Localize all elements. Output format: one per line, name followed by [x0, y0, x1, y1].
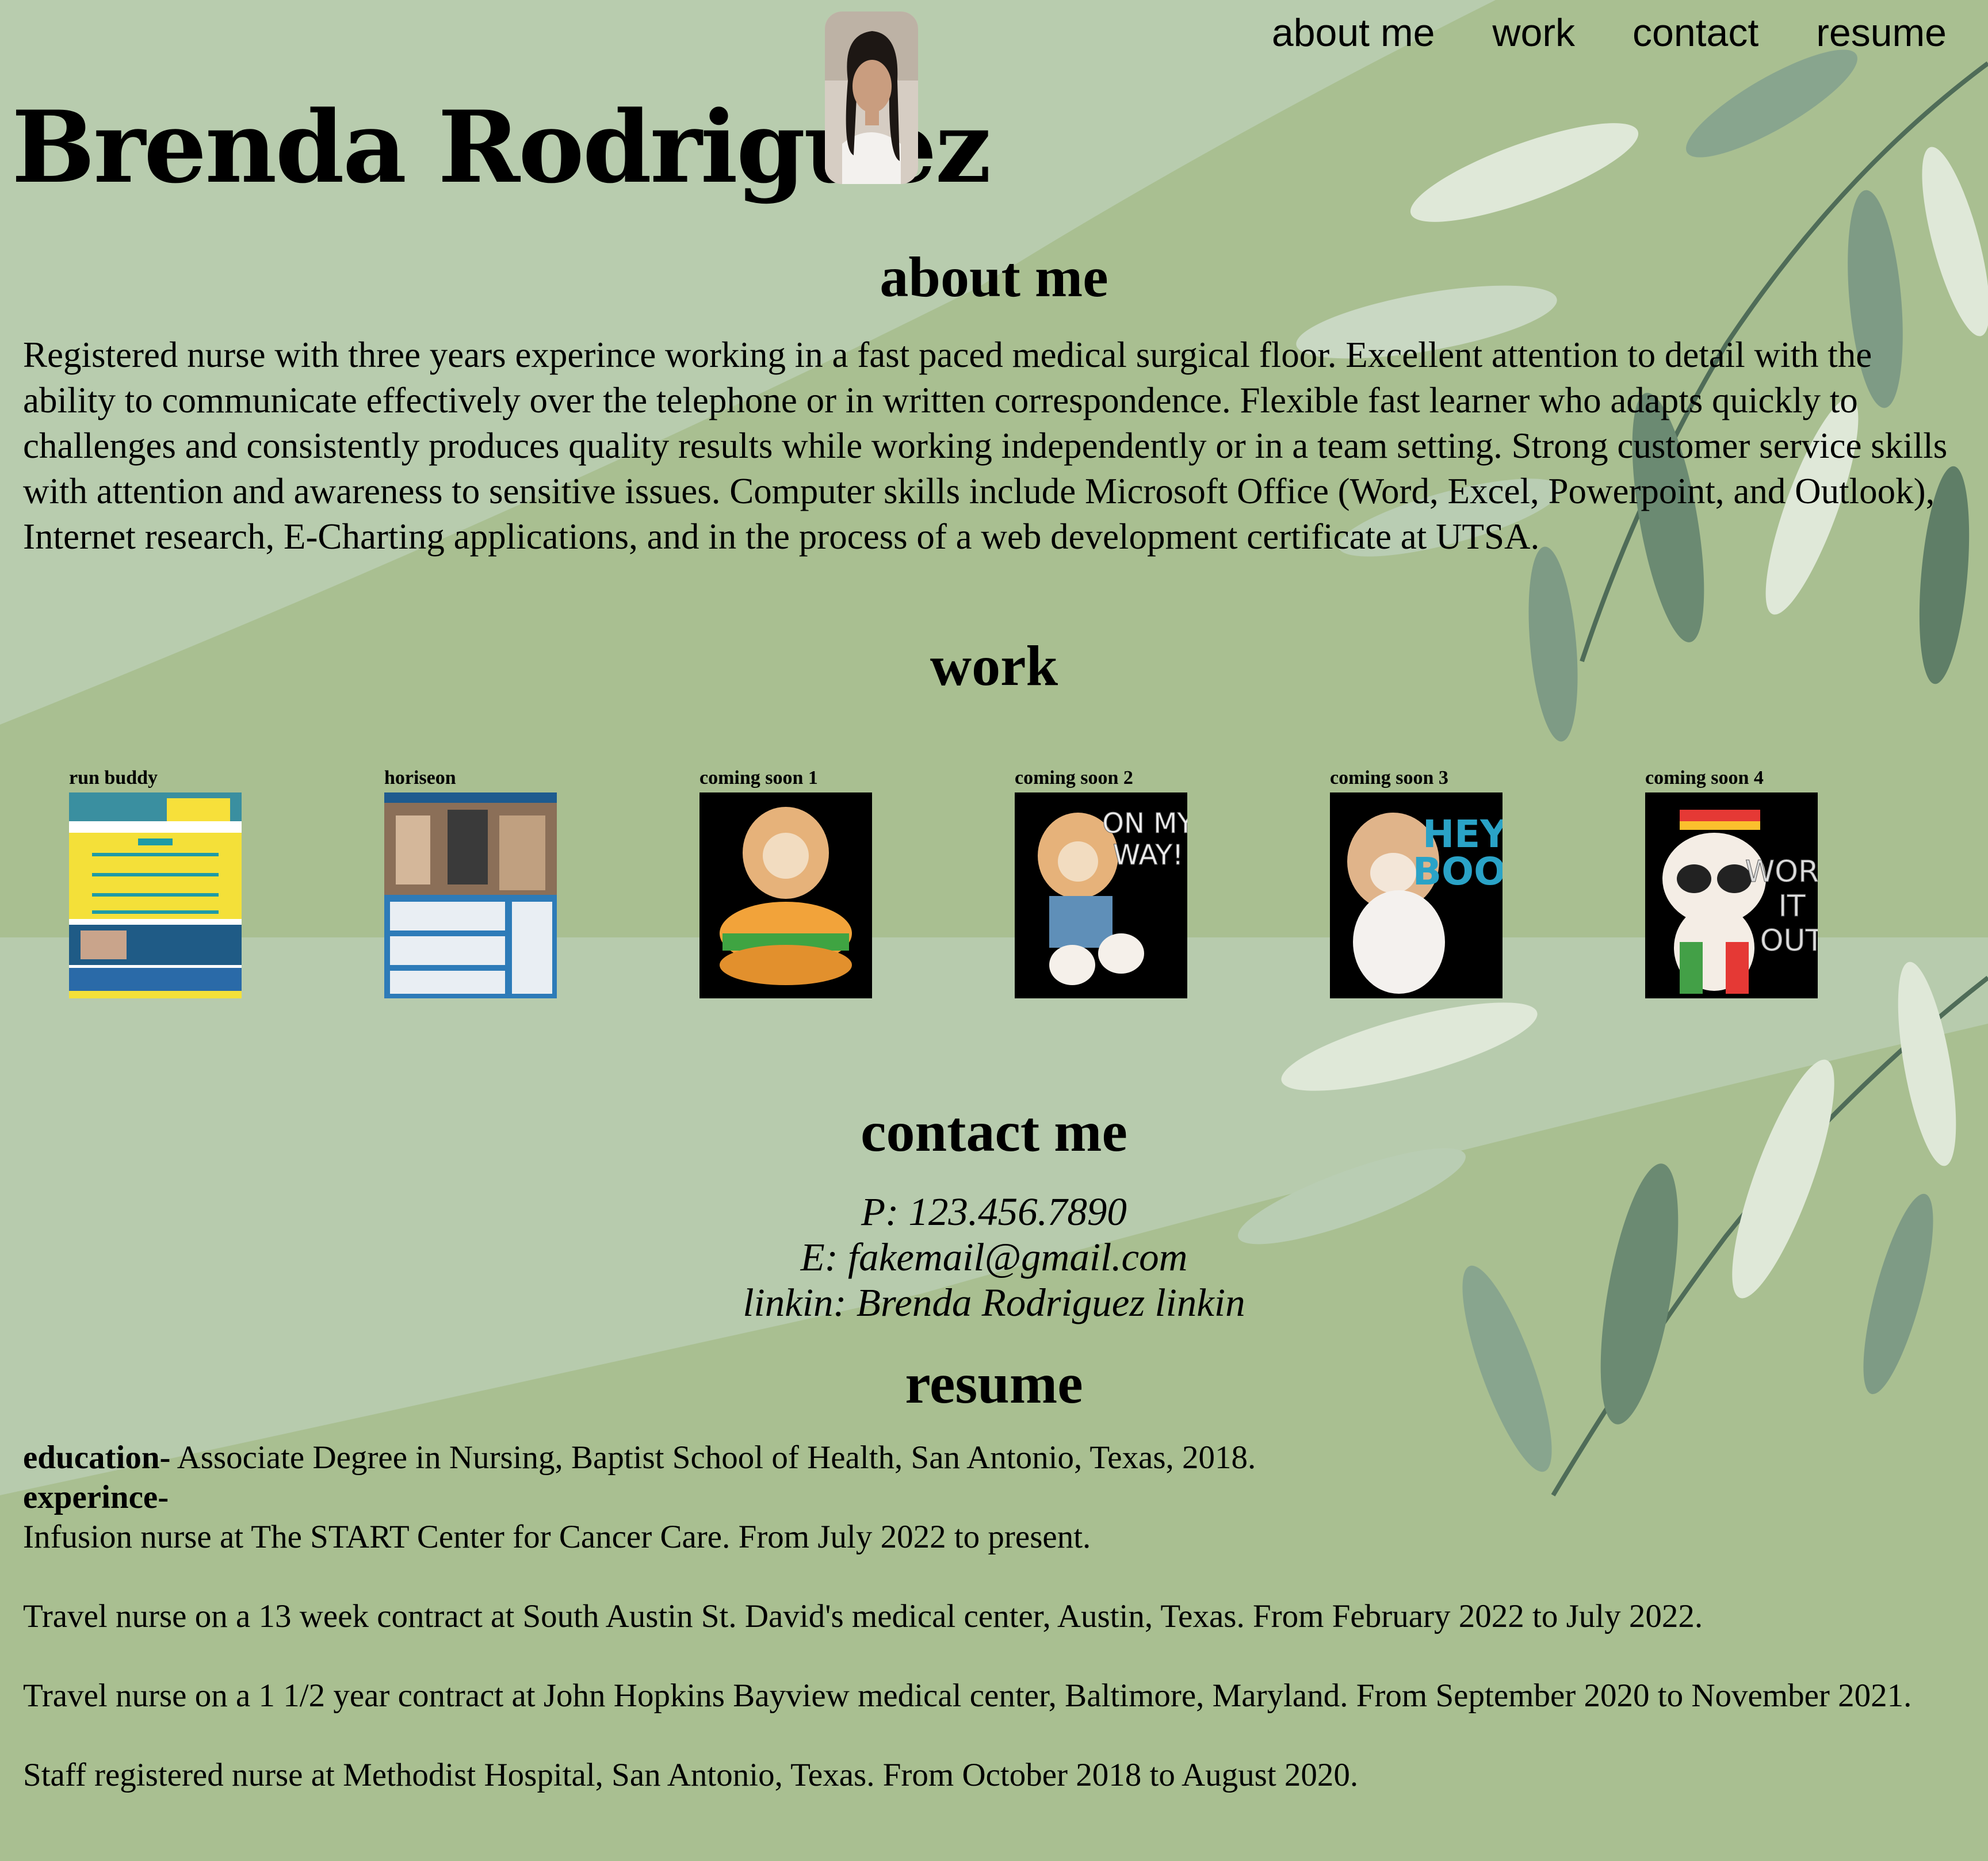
project-thumbnail[interactable]: ON MY WAY! [1015, 792, 1187, 998]
project-label: coming soon 1 [699, 767, 818, 788]
project-thumbnail[interactable]: HEY BOO [1330, 792, 1503, 998]
job-entry: Travel nurse on a 13 week contract at So… [23, 1598, 1703, 1634]
project-coming-soon-4[interactable]: coming soon 4 WORK IT OUT [1645, 768, 1818, 998]
project-run-buddy[interactable]: run buddy [69, 768, 242, 998]
resume-education: education- Associate Degree in Nursing, … [23, 1438, 1973, 1477]
job-entry: Travel nurse on a 1 1/2 year contract at… [23, 1678, 1912, 1714]
project-label: coming soon 2 [1015, 767, 1133, 788]
project-horiseon[interactable]: horiseon [384, 768, 557, 998]
svg-text:OUT: OUT [1760, 924, 1818, 958]
svg-text:ON MY: ON MY [1102, 807, 1187, 840]
resume-content: education- Associate Degree in Nursing, … [23, 1438, 1973, 1795]
project-label: run buddy [69, 767, 158, 788]
nav-about-me[interactable]: about me [1272, 10, 1435, 55]
nav-work[interactable]: work [1492, 10, 1575, 55]
education-label: education- [23, 1439, 171, 1476]
svg-text:WORK: WORK [1745, 855, 1818, 889]
nav-resume[interactable]: resume [1816, 10, 1947, 55]
svg-text:WAY!: WAY! [1113, 839, 1184, 871]
nav-contact[interactable]: contact [1633, 10, 1758, 55]
project-coming-soon-2[interactable]: coming soon 2 ON MY WAY! [1015, 768, 1187, 998]
contact-email[interactable]: E: fakemail@gmail.com [0, 1235, 1988, 1280]
project-coming-soon-3[interactable]: coming soon 3 HEY BOO [1330, 768, 1503, 998]
svg-text:BOO: BOO [1413, 849, 1503, 894]
resume-heading: resume [905, 1351, 1083, 1415]
project-thumbnail[interactable] [69, 792, 242, 998]
svg-text:IT: IT [1778, 889, 1805, 924]
about-heading: about me [880, 245, 1108, 309]
main-nav: about me work contact resume [1272, 10, 1947, 55]
contact-phone: P: 123.456.7890 [861, 1190, 1127, 1234]
project-thumbnail[interactable]: WORK IT OUT [1645, 792, 1818, 998]
project-coming-soon-1[interactable]: coming soon 1 [699, 768, 872, 998]
project-thumbnail[interactable] [699, 792, 872, 998]
job-entry: Staff registered nurse at Methodist Hosp… [23, 1757, 1359, 1793]
project-label: horiseon [384, 767, 456, 788]
contact-linkedin[interactable]: linkin: Brenda Rodriguez linkin [0, 1280, 1988, 1326]
about-text: Registered nurse with three years experi… [23, 335, 1948, 557]
education-text: Associate Degree in Nursing, Baptist Sch… [170, 1439, 1256, 1476]
experience-label: experince- [23, 1479, 169, 1515]
job-entry: Infusion nurse at The START Center for C… [23, 1519, 1091, 1555]
project-thumbnail[interactable] [384, 792, 557, 998]
project-label: coming soon 3 [1330, 767, 1448, 788]
contact-heading: contact me [861, 1100, 1127, 1163]
contact-info: P: 123.456.7890 E: fakemail@gmail.com li… [0, 1189, 1988, 1326]
project-label: coming soon 4 [1645, 767, 1764, 788]
avatar [825, 12, 918, 184]
work-heading: work [930, 634, 1058, 698]
